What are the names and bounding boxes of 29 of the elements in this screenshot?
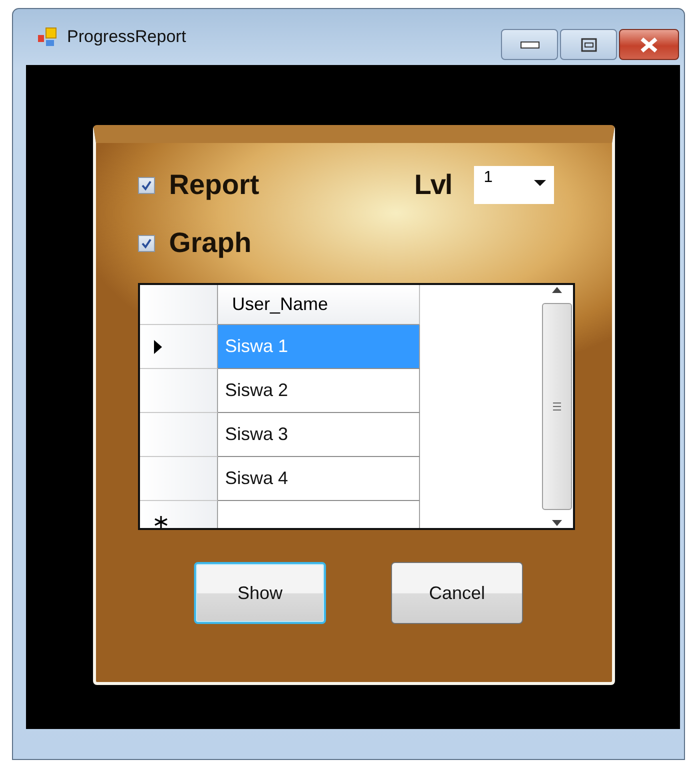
scrollbar[interactable]: [541, 285, 573, 528]
minimize-icon: [520, 40, 540, 48]
close-button[interactable]: [619, 29, 679, 60]
checkbox[interactable]: [138, 234, 155, 252]
window-title: ProgressReport: [67, 27, 188, 47]
table-cell[interactable]: Siswa 3: [218, 413, 420, 457]
scroll-up-icon[interactable]: [552, 287, 562, 293]
restore-icon: [580, 38, 596, 52]
checkbox-label: Graph: [169, 227, 252, 259]
app-icon: [37, 27, 57, 47]
minimize-button[interactable]: [501, 29, 558, 60]
table-cell[interactable]: Siswa 4: [218, 457, 420, 501]
checkbox-label: Report: [169, 169, 260, 201]
level-label: Lvl: [414, 169, 452, 201]
close-icon: [639, 36, 659, 52]
new-row-icon: [154, 515, 168, 528]
checkmark-icon: [141, 238, 152, 248]
level-dropdown[interactable]: 1: [474, 166, 554, 204]
column-header[interactable]: User_Name: [218, 285, 420, 325]
checkbox[interactable]: [138, 176, 155, 194]
checkmark-icon: [141, 180, 152, 190]
restore-button[interactable]: [560, 29, 617, 60]
scrollbar-thumb[interactable]: [542, 303, 572, 510]
dialog-button[interactable]: Show: [194, 562, 326, 624]
scroll-down-icon[interactable]: [552, 520, 562, 526]
grip-icon: [552, 402, 562, 411]
table-cell[interactable]: Siswa 2: [218, 369, 420, 413]
dropdown-arrow-icon: [534, 180, 546, 186]
dialog-button[interactable]: Cancel: [391, 562, 523, 624]
